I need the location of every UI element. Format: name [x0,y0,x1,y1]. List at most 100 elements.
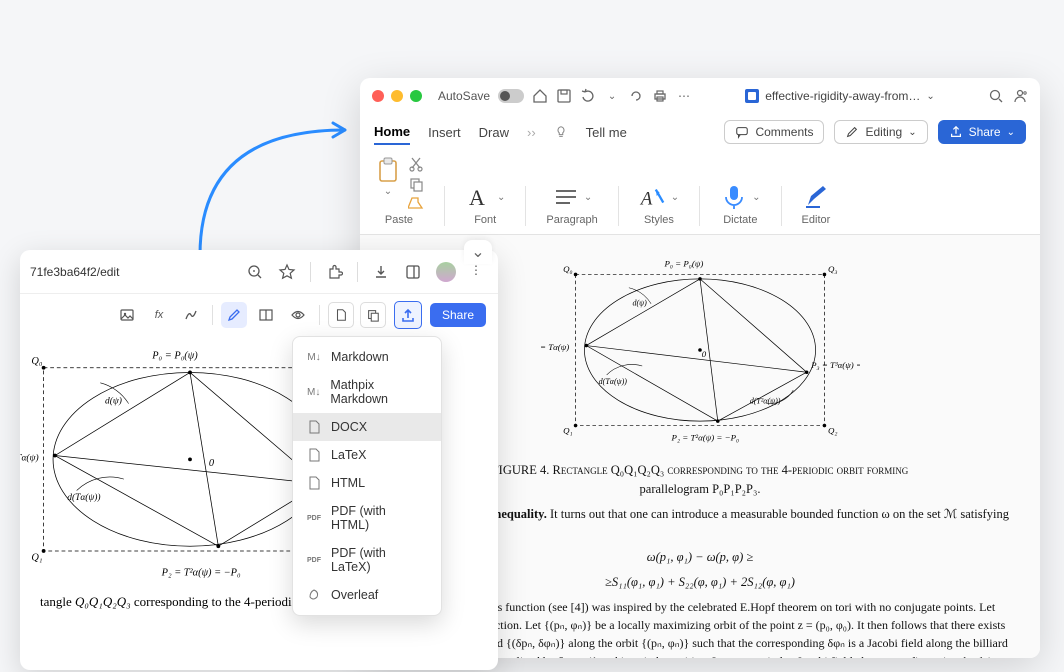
md-badge-icon: M↓ [307,350,321,364]
more-icon[interactable]: ⋯ [676,88,692,104]
pdf-badge-icon: PDF [307,511,321,525]
fx-icon[interactable]: fx [146,302,172,328]
share-label: Share [969,125,1001,139]
export-item-mathpix-markdown[interactable]: M↓Mathpix Markdown [293,371,441,413]
page-icon[interactable] [328,302,354,328]
save-icon[interactable] [556,88,572,104]
format-painter-icon[interactable] [408,196,424,212]
share-arrow-icon [949,125,963,139]
export-item-docx[interactable]: DOCX [293,413,441,441]
styles-chevron-icon: ⌄ [671,192,679,203]
undo-icon[interactable] [580,88,596,104]
lightbulb-icon [554,125,568,139]
share-button[interactable]: Share ⌄ [938,120,1026,144]
snip-share-button[interactable]: Share [430,303,486,327]
ribbon-divider [618,186,619,226]
export-button[interactable] [394,301,422,329]
font-group-label: Font [474,214,496,226]
export-item-latex[interactable]: LaTeX [293,441,441,469]
ribbon-groups: ⌄ Paste A ⌄ Font [360,150,1040,235]
editor-pen-icon [802,182,830,212]
scribble-icon[interactable] [178,302,204,328]
copy-icon[interactable] [408,176,424,192]
export-item-markdown[interactable]: M↓Markdown [293,343,441,371]
home-icon[interactable] [532,88,548,104]
search-icon[interactable] [988,88,1004,104]
dictate-group-label: Dictate [723,214,757,226]
tab-home[interactable]: Home [374,120,410,145]
undo-more-icon[interactable]: ⌄ [604,88,620,104]
ribbon-divider [525,186,526,226]
export-item-overleaf[interactable]: Overleaf [293,581,441,609]
extensions-icon[interactable] [325,263,343,281]
export-item-pdf-latex[interactable]: PDFPDF (with LaTeX) [293,539,441,581]
comments-button[interactable]: Comments [724,120,824,144]
redo-icon[interactable] [628,88,644,104]
ribbon-divider [699,186,700,226]
download-icon[interactable] [372,263,390,281]
tab-insert[interactable]: Insert [428,121,461,144]
upload-icon [400,307,416,323]
font-group[interactable]: A ⌄ Font [465,182,505,226]
document-filename: effective-rigidity-away-from… [765,89,920,103]
microphone-icon [720,182,748,212]
bookmark-star-icon[interactable] [278,263,296,281]
edit-mode-icon[interactable] [221,302,247,328]
svg-text:A: A [639,188,653,209]
svg-text:d(ψ): d(ψ) [632,299,647,308]
minimize-light[interactable] [391,90,403,102]
tell-me-field[interactable]: Tell me [586,121,627,144]
snip-divider [212,305,213,325]
svg-text:d(Tα(ψ)): d(Tα(ψ)) [67,492,100,503]
svg-text:P₀ = P₀(ψ): P₀ = P₀(ψ) [663,258,703,268]
dictate-chevron-icon: ⌄ [752,192,760,203]
print-icon[interactable] [652,88,668,104]
svg-text:Q₀: Q₀ [563,264,573,274]
cut-icon[interactable] [408,156,424,172]
zoom-lens-icon[interactable] [246,263,264,281]
svg-text:0: 0 [702,349,707,359]
word-doc-icon [745,89,759,103]
dictate-group[interactable]: ⌄ Dictate [720,182,760,226]
autosave-toggle[interactable] [498,89,524,103]
editor-group[interactable]: Editor [802,182,831,226]
split-view-icon[interactable] [253,302,279,328]
svg-text:d(ψ): d(ψ) [105,396,122,407]
tab-chevron-icon[interactable]: ⌄ [464,240,492,264]
zoom-light[interactable] [410,90,422,102]
paste-group[interactable]: ⌄ Paste [374,156,424,226]
svg-text:P₃ = T³α(ψ) = −P₁: P₃ = T³α(ψ) = −P₁ [810,360,860,370]
browser-snip-window: ⌄ 71fe3ba64f2/edit ⋮ fx [20,250,498,670]
styles-group[interactable]: A ⌄ Styles [639,182,679,226]
preview-eye-icon[interactable] [285,302,311,328]
paragraph-group-label: Paragraph [546,214,597,226]
svg-text:Q₁: Q₁ [563,426,573,436]
profile-avatar[interactable] [436,262,456,282]
close-light[interactable] [372,90,384,102]
tex-file-icon [307,448,321,462]
sidepanel-icon[interactable] [404,263,422,281]
snip-divider [319,305,320,325]
export-item-html[interactable]: HTML [293,469,441,497]
ribbon-divider [444,186,445,226]
svg-text:Tα(ψ): Tα(ψ) [20,452,39,463]
export-item-pdf-html[interactable]: PDFPDF (with HTML) [293,497,441,539]
svg-text:Q₂: Q₂ [828,426,838,436]
share-title-icon[interactable] [1012,88,1028,104]
filename-chevron-icon[interactable]: ⌄ [926,91,934,102]
image-icon[interactable] [114,302,140,328]
paragraph-group[interactable]: ⌄ Paragraph [546,182,597,226]
copy-output-icon[interactable] [360,302,386,328]
paste-chevron-icon: ⌄ [384,186,392,197]
styles-icon: A [639,182,667,212]
tab-draw[interactable]: Draw [479,121,509,144]
tabs-overflow-icon[interactable]: ›› [527,125,536,140]
pencil-icon [845,125,859,139]
figure-4-diagram: Q₀ Q₃ Q₁ Q₂ P₀ = P₀(ψ) P₂ = T²α(ψ) = −P₀… [540,245,860,455]
editing-label: Editing [865,125,902,139]
editing-mode-button[interactable]: Editing ⌄ [834,120,927,144]
svg-text:d(T²α(ψ)): d(T²α(ψ)) [750,396,781,405]
editor-group-label: Editor [802,214,831,226]
svg-text:A: A [469,185,485,210]
kebab-menu-icon[interactable]: ⋮ [470,263,488,281]
